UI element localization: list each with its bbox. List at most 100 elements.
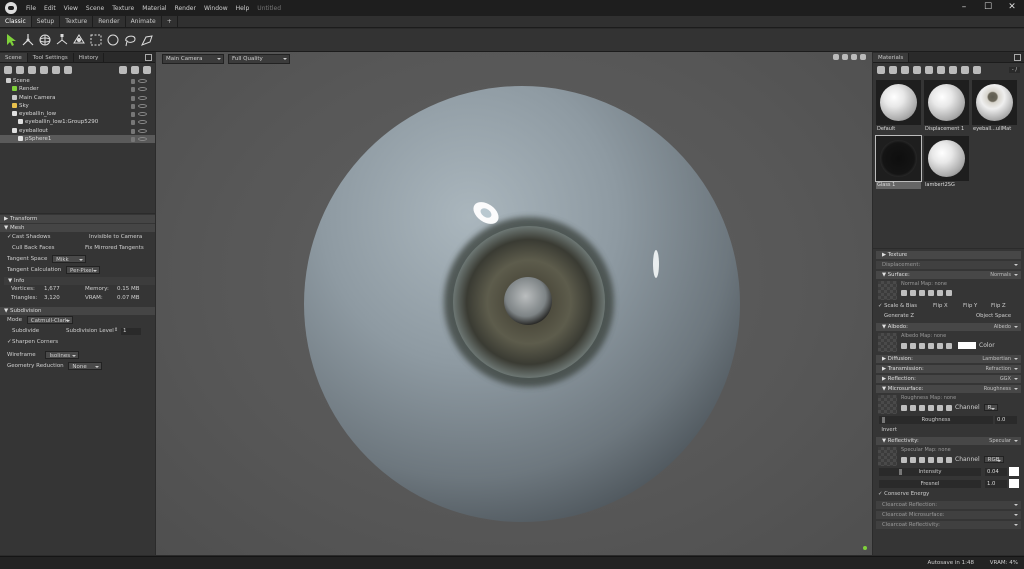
- scene-tree-item[interactable]: Render: [0, 85, 155, 93]
- lock-icon[interactable]: [131, 95, 135, 101]
- settings-icon[interactable]: [901, 342, 907, 349]
- conserve-energy-checkbox[interactable]: ✓ Conserve Energy: [878, 491, 929, 497]
- menu-file[interactable]: File: [22, 5, 40, 12]
- folder-icon[interactable]: [119, 66, 127, 74]
- visibility-eye-icon[interactable]: [138, 95, 147, 100]
- menu-texture[interactable]: Texture: [108, 5, 138, 12]
- add-group-icon[interactable]: [64, 66, 72, 74]
- menu-help[interactable]: Help: [232, 5, 254, 12]
- refresh-icon[interactable]: [937, 456, 943, 463]
- roughness-channel-dropdown[interactable]: R: [983, 404, 998, 411]
- normal-map-slot[interactable]: Normal Map: none: [878, 280, 1021, 301]
- search-icon[interactable]: [910, 404, 916, 411]
- clearcoat-reflectivity-section[interactable]: Clearcoat Reflectivity:: [876, 521, 1021, 529]
- menu-material[interactable]: Material: [138, 5, 170, 12]
- intensity-input[interactable]: 0.04: [985, 468, 1007, 476]
- clearcoat-reflection-section[interactable]: Clearcoat Reflection:: [876, 501, 1021, 509]
- tab-setup[interactable]: Setup: [32, 16, 61, 27]
- lock-icon[interactable]: [131, 87, 135, 93]
- subdivision-mode-dropdown[interactable]: Catmull-Clark: [26, 315, 73, 324]
- box-select-icon[interactable]: [88, 32, 104, 48]
- material-assign-icon[interactable]: [949, 66, 957, 74]
- paint-icon[interactable]: [919, 456, 925, 463]
- tab-scene[interactable]: Scene: [0, 53, 28, 62]
- albedo-section[interactable]: ▼ Albedo: Albedo: [876, 323, 1021, 331]
- tab-texture[interactable]: Texture: [60, 16, 94, 27]
- normal-map-thumb[interactable]: [878, 281, 897, 300]
- invisible-to-camera-checkbox[interactable]: Invisible to Camera: [84, 232, 142, 243]
- clear-icon[interactable]: [946, 290, 952, 296]
- material-item[interactable]: Displacement 1: [924, 80, 969, 133]
- add-sky-icon[interactable]: [40, 66, 48, 74]
- material-item[interactable]: lambert2SG: [924, 136, 969, 189]
- trash-icon[interactable]: [143, 66, 151, 74]
- specular-map-slot[interactable]: Specular Map: none Channel RGB: [878, 446, 1021, 467]
- menu-scene[interactable]: Scene: [82, 5, 108, 12]
- tangent-calc-dropdown[interactable]: Per-Pixel: [66, 265, 101, 274]
- add-object-icon[interactable]: [4, 66, 12, 74]
- scene-tree-item[interactable]: pSphere1: [0, 135, 155, 144]
- displacement-section[interactable]: Displacement:: [876, 261, 1021, 269]
- menu-render[interactable]: Render: [171, 5, 200, 12]
- material-item[interactable]: eyeball...ullMat: [972, 80, 1017, 133]
- scene-tree-item[interactable]: Sky: [0, 102, 155, 110]
- intensity-color-swatch[interactable]: [1009, 467, 1019, 476]
- specular-channel-dropdown[interactable]: RGB: [983, 456, 1004, 463]
- lock-icon[interactable]: [131, 112, 135, 118]
- search-icon[interactable]: [910, 290, 916, 296]
- tab-classic[interactable]: Classic: [0, 16, 32, 27]
- intensity-slider[interactable]: Intensity: [879, 468, 981, 476]
- close-icon[interactable]: ✕: [1000, 0, 1024, 16]
- search-icon[interactable]: [910, 456, 916, 463]
- level-stepper-icon[interactable]: ⇕: [114, 325, 118, 336]
- scene-tree-item[interactable]: eyeballin_low1:Group5290: [0, 118, 155, 126]
- clear-icon[interactable]: [946, 342, 952, 349]
- roughness-slider[interactable]: Roughness: [879, 416, 993, 424]
- settings-icon[interactable]: [901, 456, 907, 463]
- microsurface-section[interactable]: ▼ Microsurface: Roughness: [876, 385, 1021, 393]
- tab-animate[interactable]: Animate: [126, 16, 162, 27]
- tangent-space-dropdown[interactable]: Mikk: [52, 254, 87, 263]
- roughness-input[interactable]: 0.0: [995, 416, 1017, 424]
- subdivision-section[interactable]: ▼ Subdivision: [0, 307, 155, 315]
- clear-icon[interactable]: [946, 456, 952, 463]
- material-item[interactable]: Default: [876, 80, 921, 133]
- material-thumbnail[interactable]: [924, 80, 969, 125]
- clearcoat-microsurface-section[interactable]: Clearcoat Microsurface:: [876, 511, 1021, 519]
- tab-render[interactable]: Render: [93, 16, 126, 27]
- rotate-tool-icon[interactable]: [37, 32, 53, 48]
- roughness-map-slot[interactable]: Roughness Map: none Channel R: [878, 394, 1021, 415]
- material-duplicate-icon[interactable]: [925, 66, 933, 74]
- brush-icon[interactable]: [928, 342, 934, 349]
- flip-z-checkbox[interactable]: Flip Z: [991, 301, 1006, 311]
- tab-history[interactable]: History: [74, 53, 105, 62]
- wireframe-dropdown[interactable]: Isolines: [45, 350, 80, 359]
- paint-icon[interactable]: [919, 404, 925, 411]
- refresh-icon[interactable]: [937, 404, 943, 411]
- brush-icon[interactable]: [928, 290, 934, 296]
- clear-icon[interactable]: [946, 404, 952, 411]
- popout-icon[interactable]: [1014, 54, 1021, 61]
- reflection-section[interactable]: ▶ Reflection: GGX: [876, 375, 1021, 383]
- menu-edit[interactable]: Edit: [40, 5, 60, 12]
- albedo-map-thumb[interactable]: [878, 333, 897, 352]
- flip-x-checkbox[interactable]: Flip X: [933, 301, 948, 311]
- paint-select-icon[interactable]: [139, 32, 155, 48]
- settings-icon[interactable]: [901, 404, 907, 411]
- transmission-section[interactable]: ▶ Transmission: Refraction: [876, 365, 1021, 373]
- add-light-icon[interactable]: [16, 66, 24, 74]
- subdivision-level-input[interactable]: 1: [121, 328, 141, 335]
- menu-window[interactable]: Window: [200, 5, 232, 12]
- info-section[interactable]: ▼ Info: [4, 277, 155, 285]
- material-pick-icon[interactable]: [961, 66, 969, 74]
- select-tool-icon[interactable]: [3, 32, 19, 48]
- add-material-icon[interactable]: [877, 66, 885, 74]
- tab-tool-settings[interactable]: Tool Settings: [28, 53, 74, 62]
- lock-icon[interactable]: [131, 137, 135, 143]
- paint-icon[interactable]: [919, 342, 925, 349]
- add-mesh-icon[interactable]: [52, 66, 60, 74]
- minimize-icon[interactable]: –: [952, 0, 976, 16]
- geometry-reduction-dropdown[interactable]: None: [68, 361, 103, 370]
- refresh-icon[interactable]: [937, 342, 943, 349]
- texture-section[interactable]: ▶ Texture: [876, 251, 1021, 259]
